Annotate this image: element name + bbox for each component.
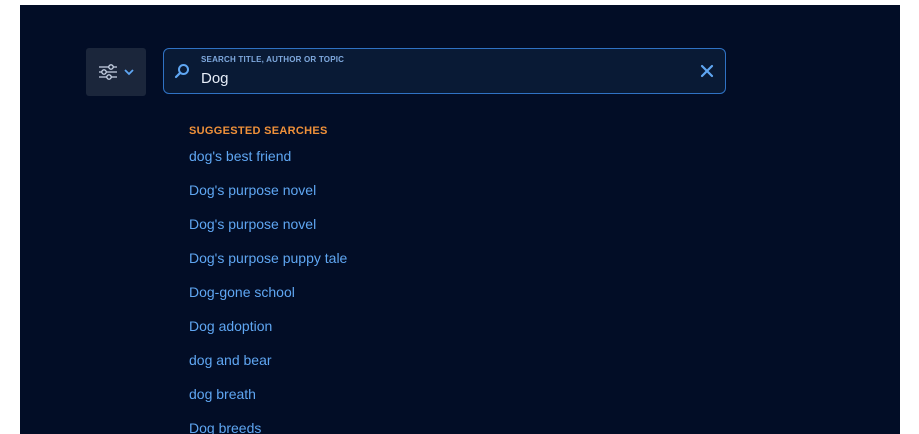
close-icon[interactable] <box>699 63 715 79</box>
suggestions-heading: SUGGESTED SEARCHES <box>189 125 328 137</box>
suggestion-item[interactable]: Dog's purpose novel <box>189 213 347 247</box>
search-box[interactable]: SEARCH TITLE, AUTHOR OR TOPIC <box>163 48 726 94</box>
suggestion-item[interactable]: dog breath <box>189 383 347 417</box>
search-label: SEARCH TITLE, AUTHOR OR TOPIC <box>201 55 345 64</box>
chevron-down-icon <box>124 68 134 76</box>
suggested-searches-panel: SUGGESTED SEARCHES dog's best friend Dog… <box>189 125 347 434</box>
search-input[interactable] <box>199 67 683 89</box>
search-icon <box>174 63 190 84</box>
suggestion-item[interactable]: Dog's purpose novel <box>189 179 347 213</box>
app-container: SEARCH TITLE, AUTHOR OR TOPIC SUGGESTED … <box>20 5 900 434</box>
suggestion-list: dog's best friend Dog's purpose novel Do… <box>189 145 347 434</box>
suggestion-item[interactable]: Dog adoption <box>189 315 347 349</box>
suggestion-item[interactable]: Dog's purpose puppy tale <box>189 247 347 281</box>
suggestion-item[interactable]: dog and bear <box>189 349 347 383</box>
filter-button[interactable] <box>86 48 146 96</box>
suggestion-item[interactable]: Dog-gone school <box>189 281 347 315</box>
suggestion-item[interactable]: dog's best friend <box>189 145 347 179</box>
sliders-icon <box>98 64 118 80</box>
suggestion-item[interactable]: Dog breeds <box>189 417 347 434</box>
